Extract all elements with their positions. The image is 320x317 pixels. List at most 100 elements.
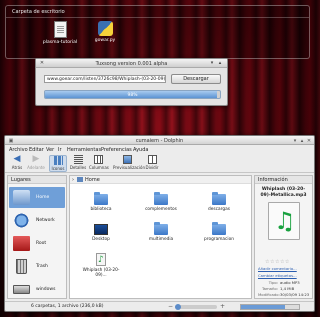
places-panel: Lugares Home Network Root Trash windows (7, 175, 67, 299)
back-icon: ◀ (13, 154, 21, 164)
breadcrumb-separator-icon: › (72, 176, 74, 183)
breadcrumb-home[interactable]: Home (85, 177, 100, 183)
info-modified-row: Modificado:30/03/09 14:23 (258, 292, 309, 297)
file-item-label: complementos (145, 207, 177, 212)
details-view-button[interactable]: Detalles (69, 155, 87, 170)
desktop-icon-plasma-tutorial[interactable]: plasma-tutorial (38, 21, 82, 45)
zoom-out-icon[interactable]: − (168, 303, 173, 310)
python-file-icon (97, 21, 113, 36)
file-item-label: programacion (204, 237, 234, 242)
file-view[interactable]: › Home biblioteca complementos descargas… (69, 175, 252, 299)
preview-icon (122, 155, 132, 164)
columns-view-label: Columnas (89, 165, 109, 170)
info-filename: Whiplash (03-20-09)-Metallica.mp3 (260, 187, 307, 198)
zoom-slider-handle[interactable] (175, 304, 181, 310)
download-button[interactable]: Descargar (171, 74, 221, 84)
downloader-window: ✕ Tuxsong version 0.001 alpha ▾ ▴ www.go… (35, 58, 228, 106)
mp3-file-icon (96, 253, 106, 266)
places-item-home[interactable]: Home (9, 187, 65, 208)
root-folder-icon (13, 236, 30, 251)
forward-label: Adelante (27, 165, 45, 170)
maximize-icon[interactable]: ▴ (217, 60, 223, 66)
widget-title: Carpeta de escritorio (12, 9, 65, 15)
desktop-icon-label: gowar.py (94, 38, 116, 43)
forward-icon: ▶ (32, 154, 40, 164)
info-modified-key: Modificado: (258, 292, 280, 297)
dolphin-title: cumaiem - Dolphin (135, 137, 184, 144)
file-item-biblioteca[interactable]: biblioteca (80, 192, 122, 212)
places-item-root[interactable]: Root (9, 233, 65, 254)
drive-icon (13, 285, 30, 294)
status-bar: 6 carpetas, 1 archivo (236,0 kB) − + (5, 301, 314, 311)
audio-file-preview-icon: ♫ (268, 202, 300, 240)
menu-editar[interactable]: Editar (29, 147, 44, 153)
places-item-label: windows (36, 287, 56, 292)
breadcrumb[interactable]: › Home (70, 176, 251, 184)
menu-ir[interactable]: Ir (58, 147, 62, 153)
home-icon (77, 177, 83, 182)
downloader-titlebar[interactable]: ✕ Tuxsong version 0.001 alpha ▾ ▴ (36, 59, 227, 68)
file-item-programacion[interactable]: programacion (198, 222, 240, 242)
split-button[interactable]: Dividir (143, 155, 161, 170)
desktop-folder-icon (94, 224, 108, 235)
dolphin-window: ▣ cumaiem - Dolphin ▾ ▴ ✕ Archivo Editar… (4, 135, 315, 312)
minimize-icon[interactable]: ▾ (209, 60, 215, 66)
places-item-network[interactable]: Network (9, 210, 65, 231)
columns-view-icon (93, 155, 103, 164)
zoom-slider[interactable] (175, 304, 217, 310)
places-item-windows[interactable]: windows (9, 279, 65, 300)
icons-view-button[interactable]: Iconos (49, 155, 67, 172)
folder-icon (154, 222, 168, 235)
menu-ayuda[interactable]: Ayuda (133, 147, 148, 153)
file-item-complementos[interactable]: complementos (140, 192, 182, 212)
file-item-whiplash-mp3[interactable]: Whiplash (03-20-09)... (80, 253, 122, 278)
text-file-icon (53, 21, 67, 38)
file-item-descargas[interactable]: descargas (198, 192, 240, 212)
menu-bar: Archivo Editar Ver Ir Herramientas Prefe… (5, 146, 314, 154)
info-modified-value: 30/03/09 14:23 (280, 292, 310, 297)
information-panel: Información Whiplash (03-20-09)-Metallic… (254, 175, 313, 299)
columns-view-button[interactable]: Columnas (89, 155, 109, 170)
file-item-label: descargas (208, 207, 230, 212)
status-text: 6 carpetas, 1 archivo (236,0 kB) (31, 304, 104, 309)
file-item-label: Desktop (92, 237, 110, 242)
change-tags-link[interactable]: Cambiar etiquetas... (258, 273, 297, 278)
file-item-label: multimedia (148, 237, 174, 242)
dolphin-titlebar[interactable]: ▣ cumaiem - Dolphin ▾ ▴ ✕ (5, 136, 314, 145)
desktop-folder-widget: Carpeta de escritorio plasma-tutorial go… (5, 5, 310, 59)
preview-label: Previsualización (113, 165, 145, 170)
file-item-label: biblioteca (90, 207, 112, 212)
file-item-desktop[interactable]: Desktop (80, 224, 122, 242)
progress-text: 98% (127, 92, 138, 98)
file-item-multimedia[interactable]: multimedia (140, 222, 182, 242)
folder-icon (154, 192, 168, 205)
url-input[interactable]: www.goear.com/listen/3726c98/Whiplash-(0… (44, 75, 166, 83)
icons-view-icon (53, 156, 63, 165)
back-button[interactable]: ◀ Atrás (8, 154, 26, 171)
zoom-in-icon[interactable]: + (220, 303, 225, 310)
trash-icon (16, 259, 27, 274)
free-space-fill (241, 305, 285, 309)
folder-icon (212, 192, 226, 205)
menu-ver[interactable]: Ver (46, 147, 54, 153)
menu-herramientas[interactable]: Herramientas (67, 147, 101, 153)
maximize-icon[interactable]: ▴ (299, 138, 305, 144)
places-item-trash[interactable]: Trash (9, 256, 65, 277)
back-label: Atrás (11, 165, 23, 170)
add-comment-link[interactable]: Añadir comentario... (258, 266, 297, 271)
places-item-label: Root (36, 241, 47, 246)
home-icon (13, 190, 30, 205)
info-size-value: 1,4 MiB (280, 286, 295, 291)
download-progress-bar: 98% (44, 90, 221, 99)
desktop-icon-gowar-py[interactable]: gowar.py (83, 21, 127, 43)
rating-stars[interactable]: ☆☆☆☆☆ (265, 259, 290, 265)
close-icon[interactable]: ✕ (306, 138, 312, 144)
menu-archivo[interactable]: Archivo (9, 147, 28, 153)
desktop-icon-label: plasma-tutorial (42, 40, 78, 45)
minimize-icon[interactable]: ▾ (292, 138, 298, 144)
preview-button[interactable]: Previsualización (113, 155, 145, 170)
places-header: Lugares (8, 176, 66, 184)
forward-button[interactable]: ▶ Adelante (27, 154, 45, 171)
icons-view-label: Iconos (51, 166, 65, 171)
menu-preferencias[interactable]: Preferencias (101, 147, 132, 153)
